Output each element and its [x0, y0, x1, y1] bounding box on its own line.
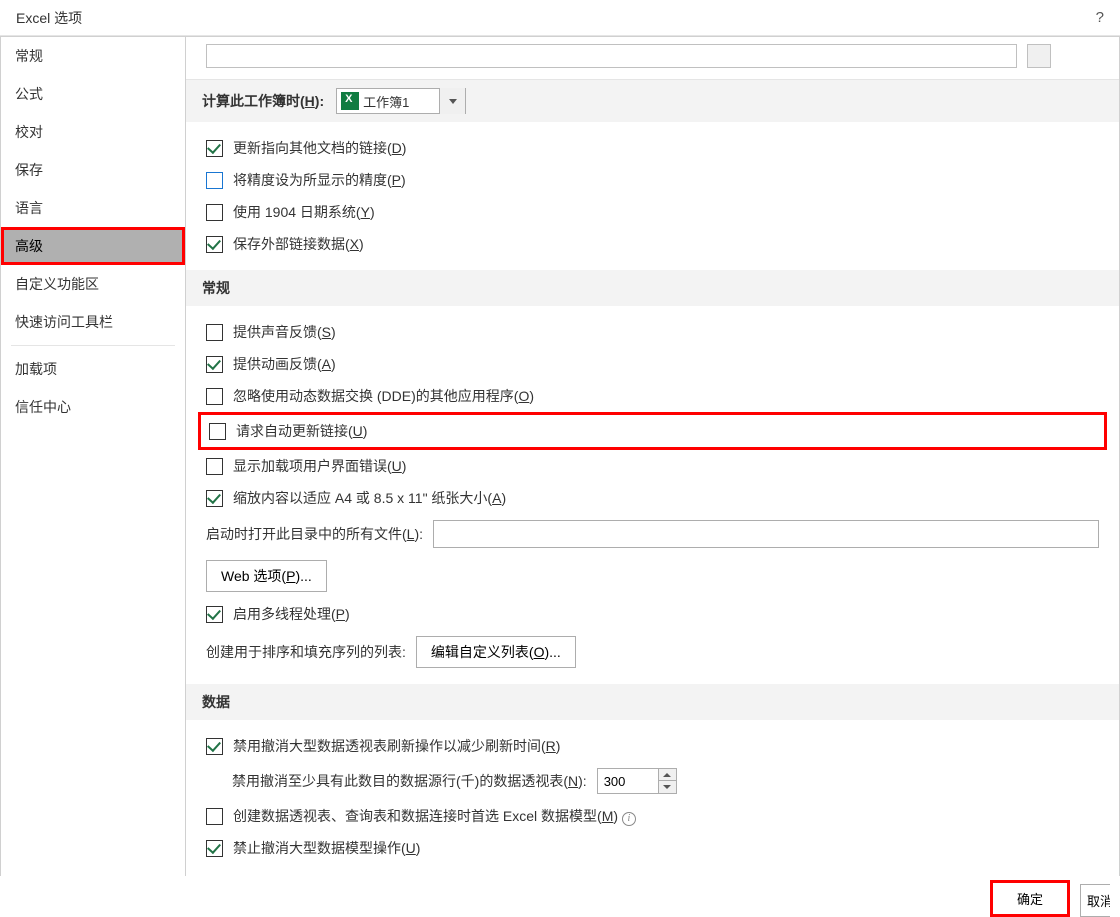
opt-1904-date-system[interactable]: 使用 1904 日期系统(Y) [206, 196, 1099, 228]
sidebar-item-advanced[interactable]: 高级 [1, 227, 185, 265]
main-panel: 计算此工作簿时(H): 工作簿1 更新指向其他文档的链接(D) 将精度设为所显示… [186, 37, 1120, 876]
pivot-rows-label: 禁用撤消至少具有此数目的数据源行(千)的数据透视表(N): [232, 771, 587, 791]
general-options: 提供声音反馈(S) 提供动画反馈(A) 忽略使用动态数据交换 (DDE)的其他应… [186, 306, 1119, 684]
pivot-rows-spinner[interactable] [597, 768, 677, 794]
workbook-name: 工作簿1 [363, 92, 433, 111]
opt-label: 创建数据透视表、查询表和数据连接时首选 Excel 数据模型(M) i [233, 806, 636, 826]
workbook-combo[interactable]: 工作簿1 [336, 88, 466, 114]
opt-disable-undo-pivot-refresh[interactable]: 禁用撤消大型数据透视表刷新操作以减少刷新时间(R) [206, 730, 1099, 762]
opt-ask-update-links[interactable]: 请求自动更新链接(U) [198, 412, 1107, 450]
excel-icon [341, 92, 359, 110]
info-icon[interactable]: i [622, 812, 636, 826]
opt-precision-as-displayed[interactable]: 将精度设为所显示的精度(P) [206, 164, 1099, 196]
sidebar-item-proofing[interactable]: 校对 [1, 113, 185, 151]
checkbox-icon[interactable] [206, 388, 223, 405]
startup-folder-input[interactable] [433, 520, 1099, 548]
pivot-rows-row: 禁用撤消至少具有此数目的数据源行(千)的数据透视表(N): [206, 762, 1099, 800]
sidebar-item-quick-access[interactable]: 快速访问工具栏 [1, 303, 185, 341]
opt-ignore-dde[interactable]: 忽略使用动态数据交换 (DDE)的其他应用程序(O) [206, 380, 1099, 412]
sidebar-item-save[interactable]: 保存 [1, 151, 185, 189]
opt-prefer-data-model[interactable]: 创建数据透视表、查询表和数据连接时首选 Excel 数据模型(M) i [206, 800, 1099, 832]
opt-save-external-links[interactable]: 保存外部链接数据(X) [206, 228, 1099, 260]
cancel-button[interactable]: 取消 [1080, 884, 1110, 917]
sidebar-item-language[interactable]: 语言 [1, 189, 185, 227]
section-calc-header: 计算此工作簿时(H): 工作簿1 [186, 80, 1119, 122]
workbook-dropdown-button[interactable] [439, 88, 465, 114]
sidebar-item-addins[interactable]: 加载项 [1, 350, 185, 388]
opt-label: 缩放内容以适应 A4 或 8.5 x 11" 纸张大小(A) [233, 488, 506, 508]
checkbox-icon[interactable] [206, 490, 223, 507]
opt-label: 请求自动更新链接(U) [236, 421, 367, 441]
sidebar-item-formulas[interactable]: 公式 [1, 75, 185, 113]
opt-label: 提供动画反馈(A) [233, 354, 336, 374]
checkbox-icon[interactable] [206, 324, 223, 341]
checkbox-icon[interactable] [206, 204, 223, 221]
calc-options: 更新指向其他文档的链接(D) 将精度设为所显示的精度(P) 使用 1904 日期… [186, 122, 1119, 270]
opt-disable-undo-data-model[interactable]: 禁止撤消大型数据模型操作(U) [206, 832, 1099, 864]
opt-label: 提供声音反馈(S) [233, 322, 336, 342]
opt-label: 显示加载项用户界面错误(U) [233, 456, 406, 476]
checkbox-icon[interactable] [206, 172, 223, 189]
checkbox-icon[interactable] [206, 458, 223, 475]
checkbox-icon[interactable] [206, 606, 223, 623]
spinner-buttons [658, 769, 676, 793]
sidebar: 常规 公式 校对 保存 语言 高级 自定义功能区 快速访问工具栏 加载项 信任中… [0, 37, 186, 876]
checkbox-icon[interactable] [209, 423, 226, 440]
opt-sound-feedback[interactable]: 提供声音反馈(S) [206, 316, 1099, 348]
sidebar-item-trust-center[interactable]: 信任中心 [1, 388, 185, 426]
custom-list-row: 创建用于排序和填充序列的列表: 编辑自定义列表(O)... [206, 630, 1099, 674]
footer: 确定 取消 [0, 877, 1120, 917]
cutoff-input[interactable] [206, 44, 1017, 68]
cutoff-row [186, 37, 1119, 80]
section-data-header: 数据 [186, 684, 1119, 720]
chevron-down-icon [449, 99, 457, 104]
opt-label: 忽略使用动态数据交换 (DDE)的其他应用程序(O) [233, 386, 534, 406]
help-icon[interactable]: ? [1096, 9, 1104, 26]
titlebar: Excel 选项 ? [0, 0, 1120, 36]
checkbox-icon[interactable] [206, 738, 223, 755]
sidebar-separator [11, 345, 175, 346]
opt-label: 更新指向其他文档的链接(D) [233, 138, 406, 158]
checkbox-icon[interactable] [206, 140, 223, 157]
custom-list-label: 创建用于排序和填充序列的列表: [206, 642, 406, 662]
opt-update-links[interactable]: 更新指向其他文档的链接(D) [206, 132, 1099, 164]
opt-label: 禁止撤消大型数据模型操作(U) [233, 838, 420, 858]
web-options-row: Web 选项(P)... [206, 554, 1099, 598]
web-options-button[interactable]: Web 选项(P)... [206, 560, 327, 592]
opt-multithreading[interactable]: 启用多线程处理(P) [206, 598, 1099, 630]
opt-show-addin-errors[interactable]: 显示加载项用户界面错误(U) [206, 450, 1099, 482]
sidebar-item-customize-ribbon[interactable]: 自定义功能区 [1, 265, 185, 303]
opt-label: 启用多线程处理(P) [233, 604, 350, 624]
section-general-header: 常规 [186, 270, 1119, 306]
opt-scale-a4[interactable]: 缩放内容以适应 A4 或 8.5 x 11" 纸张大小(A) [206, 482, 1099, 514]
opt-label: 将精度设为所显示的精度(P) [233, 170, 406, 190]
startup-folder-label: 启动时打开此目录中的所有文件(L): [206, 524, 423, 544]
window-title: Excel 选项 [16, 8, 82, 28]
checkbox-icon[interactable] [206, 808, 223, 825]
section-calc-title: 计算此工作簿时(H): [202, 91, 324, 111]
opt-label: 保存外部链接数据(X) [233, 234, 364, 254]
edit-custom-lists-button[interactable]: 编辑自定义列表(O)... [416, 636, 576, 668]
opt-label: 使用 1904 日期系统(Y) [233, 202, 375, 222]
startup-folder-row: 启动时打开此目录中的所有文件(L): [206, 514, 1099, 554]
data-options: 禁用撤消大型数据透视表刷新操作以减少刷新时间(R) 禁用撤消至少具有此数目的数据… [186, 720, 1119, 874]
spinner-up-button[interactable] [659, 769, 676, 781]
dialog-body: 常规 公式 校对 保存 语言 高级 自定义功能区 快速访问工具栏 加载项 信任中… [0, 36, 1120, 876]
ok-button[interactable]: 确定 [990, 880, 1070, 917]
triangle-down-icon [663, 785, 671, 789]
checkbox-icon[interactable] [206, 356, 223, 373]
spinner-down-button[interactable] [659, 781, 676, 793]
cutoff-small-button[interactable] [1027, 44, 1051, 68]
sidebar-item-general[interactable]: 常规 [1, 37, 185, 75]
checkbox-icon[interactable] [206, 236, 223, 253]
opt-label: 禁用撤消大型数据透视表刷新操作以减少刷新时间(R) [233, 736, 560, 756]
triangle-up-icon [663, 773, 671, 777]
checkbox-icon[interactable] [206, 840, 223, 857]
pivot-rows-input[interactable] [598, 769, 658, 793]
opt-animation-feedback[interactable]: 提供动画反馈(A) [206, 348, 1099, 380]
